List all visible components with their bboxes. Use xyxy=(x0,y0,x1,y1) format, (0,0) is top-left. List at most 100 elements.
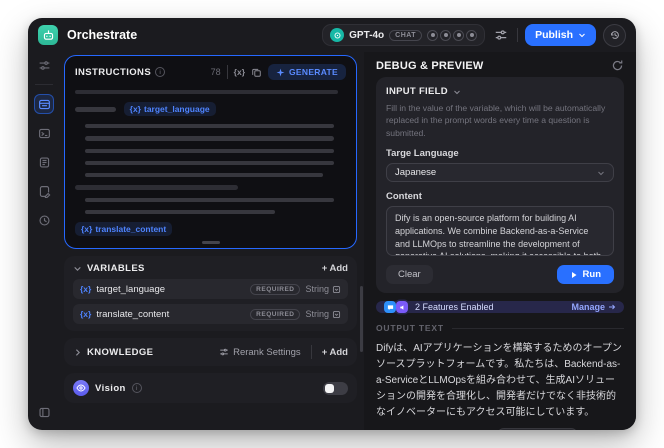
collapse-sidebar-icon[interactable] xyxy=(34,402,54,422)
output-text: Difyは、AIアプリケーションを構築するためのオープンソースプラットフォームで… xyxy=(376,343,622,418)
sidebar-item-tune[interactable] xyxy=(34,55,54,75)
capability-icon xyxy=(427,29,439,41)
input-field-title: INPUT FIELD xyxy=(386,86,448,97)
language-select-value: Japanese xyxy=(395,167,437,179)
info-icon: i xyxy=(131,383,142,393)
more-like-this-button[interactable]: More like this xyxy=(496,428,578,430)
refresh-icon[interactable] xyxy=(611,59,624,72)
copy-icon[interactable] xyxy=(251,67,262,78)
divider xyxy=(451,327,624,329)
variable-chip-label: translate_content xyxy=(95,223,167,234)
rerank-icon xyxy=(220,348,228,356)
features-bar[interactable]: 2 Features Enabled Manage xyxy=(376,301,624,314)
prompt-skeleton: {x} target_language {x} translate_conten… xyxy=(75,90,346,236)
publish-label: Publish xyxy=(535,29,573,41)
variable-x-icon: {x} xyxy=(81,223,93,234)
vision-title: Vision xyxy=(95,382,126,394)
variable-type-label: String xyxy=(305,309,329,319)
left-sidebar xyxy=(28,52,60,430)
vision-toggle[interactable] xyxy=(323,381,348,395)
char-count: 78 xyxy=(210,67,221,77)
model-settings-icon[interactable] xyxy=(492,26,510,44)
chevron-down-icon xyxy=(579,33,585,38)
eye-icon xyxy=(73,380,89,396)
variable-x-icon: {x} xyxy=(80,309,92,319)
chevron-down-icon[interactable] xyxy=(73,264,82,273)
language-select[interactable]: Japanese xyxy=(386,163,614,183)
app-window: Orchestrate GPT-4o CHAT Publish INSTRUCT… xyxy=(28,18,636,430)
run-button[interactable]: Run xyxy=(556,265,614,285)
insert-variable-icon[interactable]: {x} xyxy=(234,67,245,77)
rerank-label: Rerank Settings xyxy=(233,346,301,358)
chevron-down-icon[interactable] xyxy=(453,88,461,96)
model-capability-icons xyxy=(427,29,478,41)
type-icon xyxy=(332,310,341,318)
type-icon xyxy=(332,285,341,293)
features-label: 2 Features Enabled xyxy=(415,302,494,313)
divider xyxy=(310,345,312,359)
sidebar-item-annotation[interactable] xyxy=(34,181,54,201)
knowledge-section: KNOWLEDGE Rerank Settings + Add xyxy=(64,338,357,366)
rerank-settings-button[interactable]: Rerank Settings xyxy=(219,347,301,358)
variable-row[interactable]: {x} target_language REQUIRED String xyxy=(73,279,348,299)
variable-type-label: String xyxy=(305,284,329,294)
output-title: OUTPUT TEXT xyxy=(376,323,444,334)
sidebar-item-logs[interactable] xyxy=(34,152,54,172)
manage-label: Manage xyxy=(571,302,605,313)
version-history-icon[interactable] xyxy=(603,23,626,47)
app-robot-icon[interactable] xyxy=(38,25,58,45)
language-field-label: Targe Language xyxy=(386,148,459,160)
resize-handle[interactable] xyxy=(201,241,220,244)
variable-x-icon: {x} xyxy=(129,104,141,115)
variables-section: VARIABLES + Add {x} target_language REQU… xyxy=(64,256,357,331)
sparkle-icon xyxy=(276,68,285,76)
chevron-right-icon[interactable] xyxy=(73,348,82,357)
capability-icon xyxy=(440,29,452,41)
feature-tts-icon xyxy=(396,301,408,314)
feature-chat-icon xyxy=(384,301,396,314)
debug-title: DEBUG & PREVIEW xyxy=(376,59,484,72)
variable-chip[interactable]: {x} target_language xyxy=(123,102,216,117)
sidebar-item-terminal[interactable] xyxy=(34,123,54,143)
sidebar-item-orchestrate[interactable] xyxy=(34,94,54,114)
divider xyxy=(517,28,519,42)
chevron-down-icon xyxy=(598,171,604,176)
manage-features-button[interactable]: Manage xyxy=(571,302,616,312)
variable-name: target_language xyxy=(96,283,166,295)
required-badge: REQUIRED xyxy=(250,308,301,320)
orchestrate-panel: INSTRUCTIONS i 78 {x} GENERATE {x} targe… xyxy=(60,52,364,430)
sidebar-item-monitoring[interactable] xyxy=(34,210,54,230)
instructions-title: INSTRUCTIONS xyxy=(75,66,152,78)
add-variable-button[interactable]: + Add xyxy=(322,263,348,274)
clear-button[interactable]: Clear xyxy=(386,265,433,285)
model-mode-badge: CHAT xyxy=(389,29,423,41)
variable-type-select[interactable]: String xyxy=(305,284,341,294)
titlebar: Orchestrate GPT-4o CHAT Publish xyxy=(28,18,636,52)
page-title: Orchestrate xyxy=(67,28,138,42)
knowledge-title: KNOWLEDGE xyxy=(87,346,154,358)
variables-title: VARIABLES xyxy=(87,263,145,274)
play-icon xyxy=(571,271,577,278)
variable-type-select[interactable]: String xyxy=(305,309,341,319)
input-field-card: INPUT FIELD Fill in the value of the var… xyxy=(376,77,624,294)
publish-button[interactable]: Publish xyxy=(525,24,596,46)
model-selector[interactable]: GPT-4o CHAT xyxy=(322,24,486,46)
variable-x-icon: {x} xyxy=(80,284,92,294)
debug-panel: DEBUG & PREVIEW INPUT FIELD Fill in the … xyxy=(364,52,636,430)
generate-button[interactable]: GENERATE xyxy=(268,64,346,80)
add-knowledge-button[interactable]: + Add xyxy=(322,347,348,358)
openai-logo-icon xyxy=(330,28,345,42)
divider xyxy=(226,65,228,79)
variable-chip[interactable]: {x} translate_content xyxy=(75,221,173,236)
vision-section: Vision i xyxy=(64,373,357,403)
variable-row[interactable]: {x} translate_content REQUIRED String xyxy=(73,304,348,324)
main-scrollbar[interactable] xyxy=(360,286,363,352)
content-textarea[interactable]: Dify is an open-source platform for buil… xyxy=(386,206,614,257)
run-label: Run xyxy=(582,269,601,281)
variable-chip-label: target_language xyxy=(143,104,210,115)
divider xyxy=(35,84,53,85)
input-field-description: Fill in the value of the variable, which… xyxy=(386,103,606,138)
model-name: GPT-4o xyxy=(349,29,385,41)
content-field-label: Content xyxy=(386,191,422,203)
instructions-editor[interactable]: INSTRUCTIONS i 78 {x} GENERATE {x} targe… xyxy=(64,55,357,249)
